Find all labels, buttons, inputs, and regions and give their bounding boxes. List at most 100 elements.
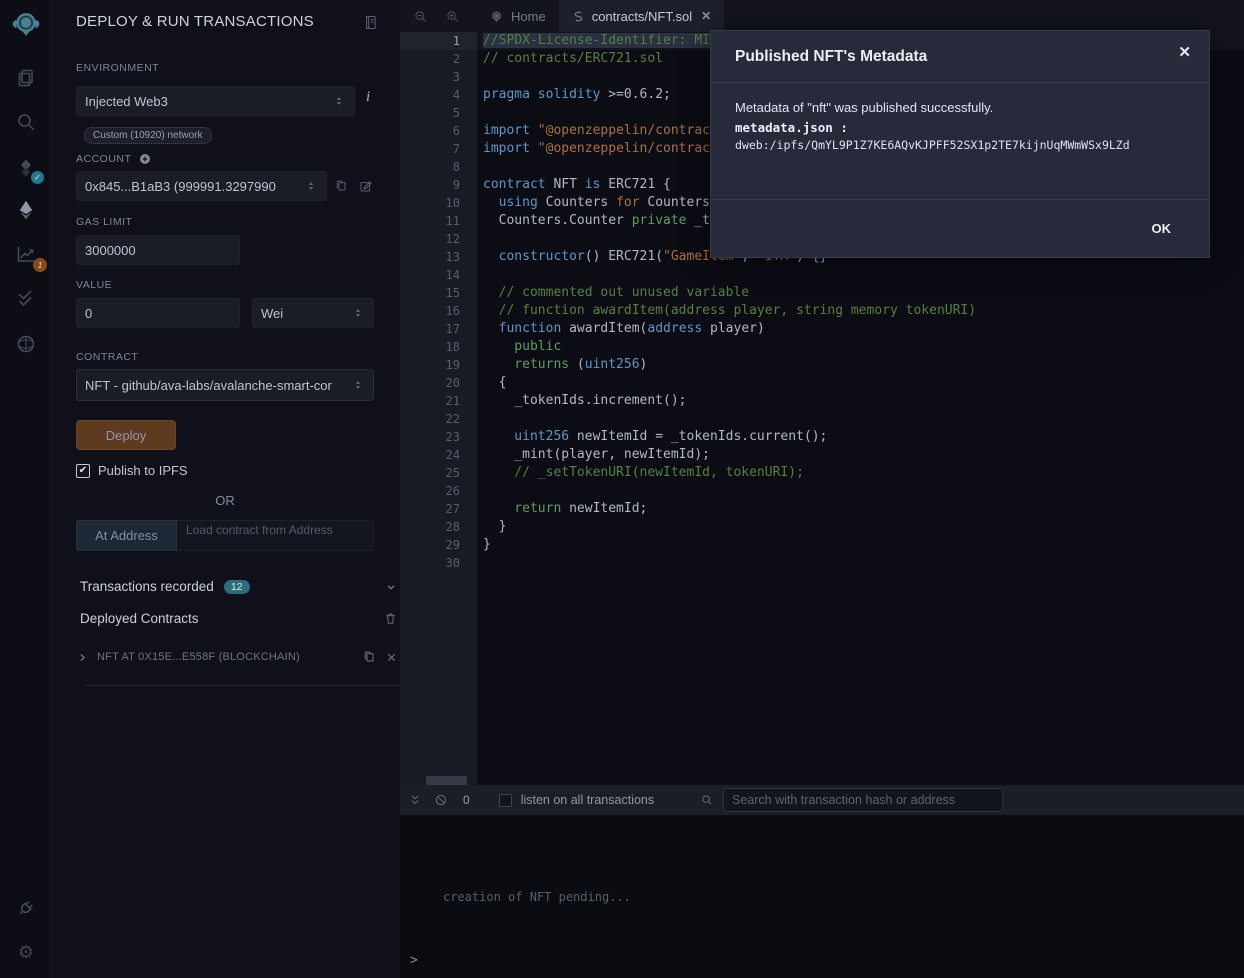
sign-message-icon[interactable] xyxy=(358,178,374,199)
code-line[interactable]: 16 // function awardItem(address player,… xyxy=(400,302,1244,320)
code-line[interactable]: 23 uint256 newItemId = _tokenIds.current… xyxy=(400,428,1244,446)
publish-ipfs-checkbox[interactable]: ✔ xyxy=(76,464,90,478)
line-content: // function awardItem(address player, st… xyxy=(477,302,976,320)
add-account-icon[interactable] xyxy=(138,152,152,166)
terminal-search-input[interactable] xyxy=(732,793,994,807)
line-content xyxy=(477,482,483,500)
analytics-chart-icon[interactable]: 1 xyxy=(0,236,52,272)
line-content: } xyxy=(477,518,506,536)
line-number: 17 xyxy=(400,320,477,338)
code-line[interactable]: 27 return newItemId; xyxy=(400,500,1244,518)
copy-account-icon[interactable] xyxy=(333,178,349,199)
line-number: 7 xyxy=(400,140,477,158)
published-metadata-modal: Published NFT's Metadata ✕ Metadata of "… xyxy=(710,30,1210,258)
code-line[interactable]: 30 xyxy=(400,554,1244,572)
line-number: 24 xyxy=(400,446,477,464)
code-line[interactable]: 17 function awardItem(address player) xyxy=(400,320,1244,338)
debugger-plugin-icon[interactable] xyxy=(0,326,52,362)
value-label: VALUE xyxy=(76,279,112,291)
terminal-prompt: > xyxy=(410,953,418,968)
code-line[interactable]: 24 _mint(player, newItemId); xyxy=(400,446,1244,464)
terminal-body[interactable]: creation of NFT pending... > xyxy=(400,815,1244,978)
line-content: } xyxy=(477,536,491,554)
environment-select[interactable]: Injected Web3 xyxy=(76,86,355,116)
at-address-button[interactable]: At Address xyxy=(76,520,177,551)
transactions-recorded-row[interactable]: Transactions recorded 12 xyxy=(80,579,398,594)
line-content: returns (uint256) xyxy=(477,356,647,374)
settings-gear-icon[interactable]: ⚙ xyxy=(0,934,52,970)
value-unit-select[interactable]: Wei xyxy=(252,298,374,328)
solidity-compiler-icon[interactable]: ✓ xyxy=(0,150,52,186)
modal-ok-button[interactable]: OK xyxy=(1148,215,1176,242)
zoom-out-icon[interactable] xyxy=(408,0,432,32)
at-address-field-wrap xyxy=(177,520,374,551)
select-stepper-icon xyxy=(351,306,365,320)
code-line[interactable]: 19 returns (uint256) xyxy=(400,356,1244,374)
static-analysis-icon[interactable] xyxy=(0,280,52,316)
code-line[interactable]: 25 // _setTokenURI(newItemId, tokenURI); xyxy=(400,464,1244,482)
remove-contract-icon[interactable] xyxy=(385,651,398,664)
line-number: 2 xyxy=(400,50,477,68)
code-line[interactable]: 18 public xyxy=(400,338,1244,356)
deployed-contract-item[interactable]: NFT AT 0X15E...E558F (BLOCKCHAIN) xyxy=(76,649,398,665)
value-input[interactable] xyxy=(85,306,231,321)
search-plugin-icon[interactable] xyxy=(0,104,52,140)
docs-book-icon[interactable] xyxy=(362,14,379,36)
trash-icon[interactable] xyxy=(383,611,398,626)
code-line[interactable]: 20 { xyxy=(400,374,1244,392)
listen-transactions-checkbox[interactable] xyxy=(499,794,512,807)
code-line[interactable]: 15 // commented out unused variable xyxy=(400,284,1244,302)
line-content: public xyxy=(477,338,561,356)
account-label: ACCOUNT xyxy=(76,153,131,165)
pending-tx-count: 0 xyxy=(463,793,470,807)
deployed-contract-label: NFT AT 0X15E...E558F (BLOCKCHAIN) xyxy=(97,651,300,663)
line-content xyxy=(477,104,483,122)
collapse-terminal-icon[interactable] xyxy=(408,793,422,807)
deploy-run-icon[interactable] xyxy=(0,192,52,228)
solidity-file-icon xyxy=(572,10,585,23)
remix-logo-icon[interactable] xyxy=(0,6,52,42)
deploy-button[interactable]: Deploy xyxy=(76,420,176,450)
line-number: 8 xyxy=(400,158,477,176)
line-number: 19 xyxy=(400,356,477,374)
deployed-contracts-row: Deployed Contracts xyxy=(80,611,398,626)
modal-close-icon[interactable]: ✕ xyxy=(1178,43,1191,61)
code-line[interactable]: 21 _tokenIds.increment(); xyxy=(400,392,1244,410)
modal-footer: OK xyxy=(711,199,1209,257)
line-number: 1 xyxy=(400,32,477,50)
line-number: 25 xyxy=(400,464,477,482)
environment-info-icon[interactable]: i xyxy=(366,89,370,106)
gas-limit-input[interactable] xyxy=(85,243,231,258)
tab-contracts-nft-sol[interactable]: contracts/NFT.sol ✕ xyxy=(559,0,724,32)
line-content: _tokenIds.increment(); xyxy=(477,392,687,410)
chevron-down-icon[interactable] xyxy=(384,580,398,594)
publish-ipfs-row[interactable]: ✔ Publish to IPFS xyxy=(76,463,188,478)
line-number: 3 xyxy=(400,68,477,86)
code-line[interactable]: 29} xyxy=(400,536,1244,554)
copy-address-icon[interactable] xyxy=(361,649,377,665)
zoom-in-icon[interactable] xyxy=(440,0,464,32)
code-line[interactable]: 22 xyxy=(400,410,1244,428)
tab-home[interactable]: Home xyxy=(476,0,559,32)
file-explorer-icon[interactable] xyxy=(0,60,52,96)
at-address-input[interactable] xyxy=(186,523,364,537)
code-line[interactable]: 26 xyxy=(400,482,1244,500)
contract-select[interactable]: NFT - github/ava-labs/avalanche-smart-co… xyxy=(76,369,374,401)
line-content: { xyxy=(477,374,506,392)
caret-right-icon[interactable] xyxy=(76,651,89,664)
account-select[interactable]: 0x845...B1aB3 (999991.3297990 xyxy=(76,171,327,201)
code-line[interactable]: 28 } xyxy=(400,518,1244,536)
terminal-header: 0 listen on all transactions xyxy=(400,785,1244,815)
close-tab-icon[interactable]: ✕ xyxy=(701,9,711,23)
line-number: 30 xyxy=(400,554,477,572)
transactions-count-badge: 12 xyxy=(224,580,250,594)
line-number: 14 xyxy=(400,266,477,284)
line-number: 10 xyxy=(400,194,477,212)
code-line[interactable]: 14 xyxy=(400,266,1244,284)
plugin-manager-icon[interactable] xyxy=(0,890,52,926)
line-number: 21 xyxy=(400,392,477,410)
line-content xyxy=(477,68,483,86)
clear-console-icon[interactable] xyxy=(434,793,448,807)
terminal-resize-handle[interactable] xyxy=(426,776,467,785)
line-number: 5 xyxy=(400,104,477,122)
